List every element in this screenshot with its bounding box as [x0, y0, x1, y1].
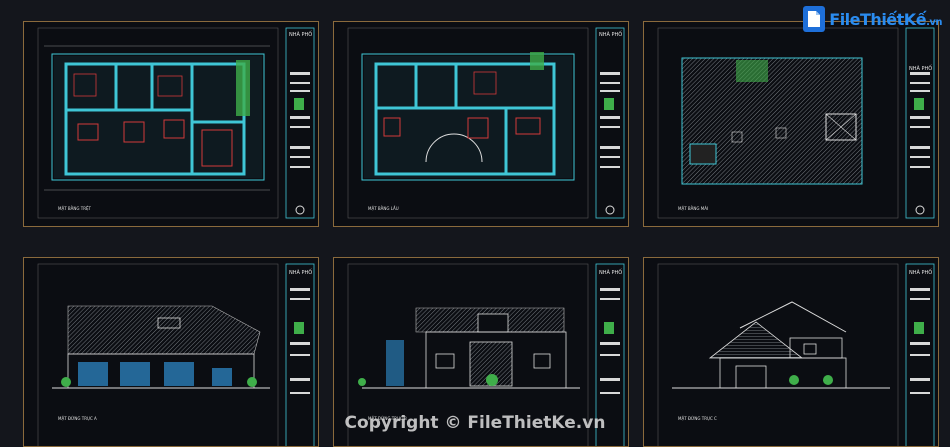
sheet-title: NHÀ PHỐ — [909, 270, 933, 276]
copyright-watermark: Copyright © FileThietKe.vn — [344, 413, 606, 433]
drawing-caption: MẶT BẰNG TRỆT — [58, 206, 91, 211]
roof-plan-drawing — [657, 27, 935, 219]
floor-plan-drawing — [347, 27, 625, 219]
logo-extension: .vn — [926, 16, 942, 28]
sheet-title: NHÀ PHỐ — [599, 270, 623, 276]
drawing-sheet-roof-plan[interactable]: NHÀ PHỐ MẶT BẰNG MÁI — [643, 21, 939, 227]
sheet-title: NHÀ PHỐ — [599, 32, 623, 38]
drawing-sheet-ground-floor[interactable]: NHÀ PHỐ MẶT BẰNG TRỆT — [23, 21, 319, 227]
logo-icon — [803, 6, 826, 32]
drawing-caption: MẶT BẰNG MÁI — [678, 206, 709, 211]
site-logo[interactable]: FileThiếtKế.vn — [803, 6, 942, 32]
drawing-caption: MẶT BẰNG LẦU — [368, 206, 399, 211]
logo-name: FileThiếtKế — [829, 9, 927, 29]
sheet-title: NHÀ PHỐ — [289, 270, 313, 276]
logo-text: FileThiếtKế.vn — [829, 10, 942, 29]
drawing-sheet-upper-floor[interactable]: NHÀ PHỐ MẶT BẰNG LẦU — [333, 21, 629, 227]
sheet-title: NHÀ PHỐ — [909, 66, 933, 72]
sheet-title: NHÀ PHỐ — [289, 32, 313, 38]
floor-plan-drawing — [37, 27, 315, 219]
